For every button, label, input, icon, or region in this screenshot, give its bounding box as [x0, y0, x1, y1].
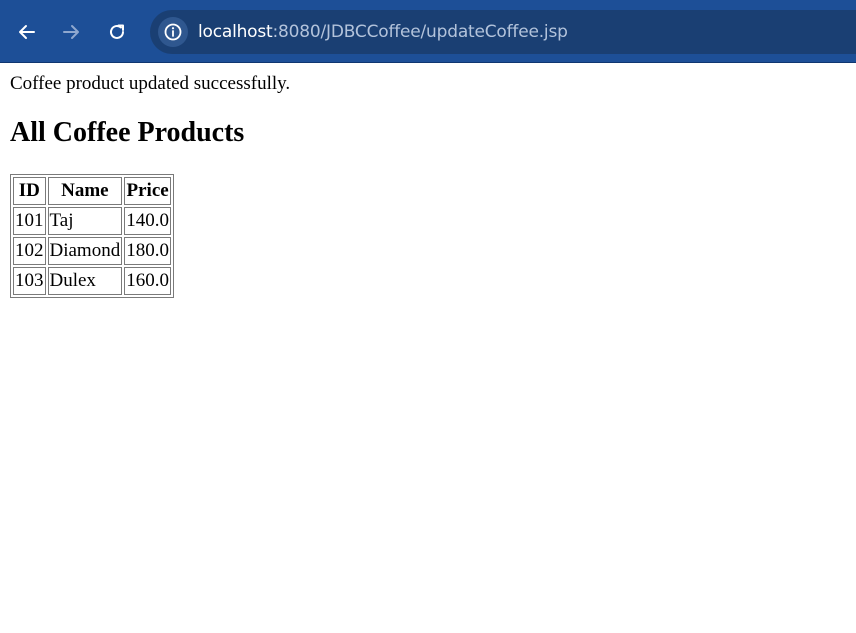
- cell-name: Taj: [47, 207, 123, 235]
- table-header-row: ID Name Price: [13, 177, 171, 205]
- back-button[interactable]: [10, 14, 44, 50]
- site-info-icon: [164, 23, 182, 41]
- cell-id: 103: [13, 267, 46, 295]
- back-arrow-icon: [19, 25, 35, 39]
- forward-arrow-icon: [63, 25, 79, 39]
- cell-name: Dulex: [47, 267, 123, 295]
- address-url[interactable]: localhost:8080/JDBCCoffee/updateCoffee.j…: [198, 22, 568, 42]
- page-content: Coffee product updated successfully. All…: [0, 73, 856, 298]
- column-header-name: Name: [47, 177, 123, 205]
- reload-icon: [110, 24, 124, 39]
- table-row: 102 Diamond 180.0: [13, 237, 171, 265]
- table-row: 103 Dulex 160.0: [13, 267, 171, 295]
- cell-id: 101: [13, 207, 46, 235]
- column-header-price: Price: [124, 177, 171, 205]
- column-header-id: ID: [13, 177, 46, 205]
- page-heading: All Coffee Products: [10, 117, 245, 148]
- address-bar[interactable]: localhost:8080/JDBCCoffee/updateCoffee.j…: [150, 10, 856, 54]
- cell-id: 102: [13, 237, 46, 265]
- reload-button[interactable]: [100, 14, 134, 50]
- site-info-button[interactable]: [158, 17, 188, 47]
- url-path: :8080/JDBCCoffee/updateCoffee.jsp: [272, 22, 568, 42]
- cell-name: Diamond: [47, 237, 123, 265]
- cell-price: 160.0: [124, 267, 171, 295]
- cell-price: 140.0: [124, 207, 171, 235]
- cell-price: 180.0: [124, 237, 171, 265]
- forward-button[interactable]: [54, 14, 88, 50]
- coffee-table: ID Name Price 101 Taj 140.0 102 Diamond …: [10, 174, 174, 298]
- status-message: Coffee product updated successfully.: [10, 73, 291, 94]
- url-host: localhost: [198, 22, 273, 42]
- browser-toolbar: localhost:8080/JDBCCoffee/updateCoffee.j…: [0, 0, 856, 63]
- table-row: 101 Taj 140.0: [13, 207, 171, 235]
